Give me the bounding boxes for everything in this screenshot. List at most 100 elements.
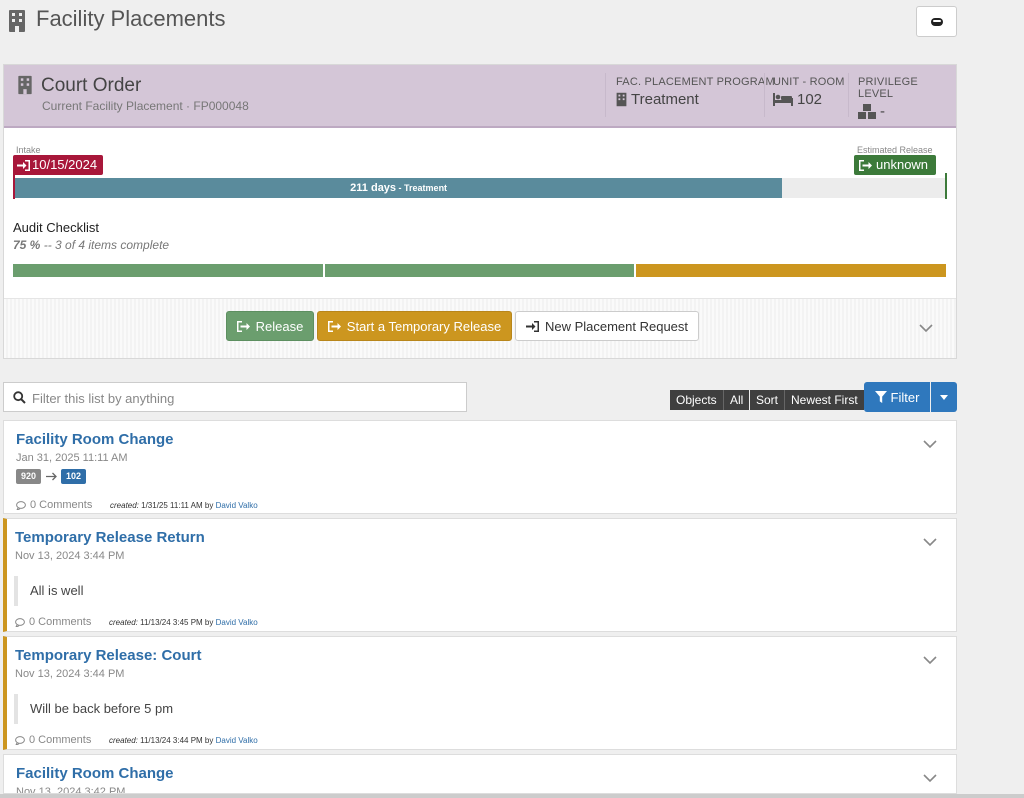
- audit-segment-incomplete: [636, 264, 947, 277]
- unit-meta: UNIT - ROOM 102: [773, 76, 845, 108]
- comments-link[interactable]: 0 Comments: [16, 499, 92, 511]
- sign-out-icon: [859, 159, 872, 171]
- sort-value-chip[interactable]: Newest First: [784, 390, 864, 410]
- sign-in-icon: [17, 159, 30, 171]
- temporary-release-label: Start a Temporary Release: [346, 318, 502, 334]
- stay-timeline: 211 days - Treatment: [15, 178, 945, 198]
- objects-value-chip[interactable]: All: [723, 390, 750, 410]
- activity-title[interactable]: Temporary Release Return: [15, 529, 205, 546]
- unit-label: UNIT - ROOM: [773, 76, 845, 88]
- author-link[interactable]: David Valko: [216, 501, 258, 510]
- to-room-tag: 102: [61, 469, 87, 484]
- activity-card: Temporary Release Return Nov 13, 2024 3:…: [3, 518, 957, 632]
- chevron-down-icon[interactable]: [922, 439, 938, 449]
- comments-link[interactable]: 0 Comments: [15, 616, 91, 628]
- search-box: [3, 382, 467, 412]
- filter-button[interactable]: Filter: [864, 382, 930, 412]
- release-marker: [945, 173, 947, 199]
- privilege-meta: PRIVILEGE LEVEL -: [858, 76, 956, 120]
- activity-title[interactable]: Facility Room Change: [16, 765, 174, 782]
- program-meta: FAC. PLACEMENT PROGRAM Treatment: [616, 76, 775, 108]
- objects-label-chip[interactable]: Objects: [670, 390, 723, 410]
- placement-header: Court Order Current Facility Placement ·…: [4, 65, 956, 128]
- days-program: - Treatment: [396, 183, 448, 193]
- privilege-value-row: -: [858, 103, 956, 120]
- activity-date: Nov 13, 2024 3:42 PM: [16, 786, 126, 794]
- audit-segment-complete: [13, 264, 323, 277]
- activity-card: Temporary Release: Court Nov 13, 2024 3:…: [3, 636, 957, 750]
- activity-title[interactable]: Temporary Release: Court: [15, 647, 201, 664]
- audit-title: Audit Checklist: [13, 220, 99, 235]
- pill-icon: [930, 17, 943, 26]
- chevron-down-icon[interactable]: [922, 655, 938, 665]
- release-button[interactable]: Release: [226, 311, 314, 341]
- release-value: unknown: [876, 157, 929, 172]
- release-button-label: Release: [255, 318, 304, 334]
- filter-icon: [874, 391, 887, 403]
- header-options-button[interactable]: [916, 6, 957, 37]
- stay-progress: 211 days - Treatment: [15, 178, 783, 198]
- divider: [764, 73, 765, 117]
- placement-panel: Court Order Current Facility Placement ·…: [3, 64, 957, 359]
- audit-progress-bar: [13, 264, 947, 277]
- activity-card: Facility Room Change Nov 13, 2024 3:42 P…: [3, 754, 957, 794]
- divider: [605, 73, 606, 117]
- created-text: 1/31/25 11:11 AM by: [138, 501, 216, 510]
- created-info: created: 11/13/24 3:44 PM by David Valko: [109, 736, 258, 745]
- cubes-icon: [858, 104, 876, 119]
- building-icon: [616, 92, 627, 107]
- sign-out-icon: [236, 320, 250, 332]
- comment-icon: [15, 617, 25, 627]
- intake-badge: 10/15/2024: [13, 155, 104, 175]
- from-room-tag: 920: [16, 469, 42, 484]
- page-header: Facility Placements: [8, 6, 958, 38]
- sign-out-icon: [327, 320, 341, 332]
- temporary-release-button[interactable]: Start a Temporary Release: [317, 311, 512, 341]
- comments-count: 0 Comments: [29, 734, 92, 746]
- release-badge: unknown: [854, 155, 937, 175]
- filter-dropdown-toggle[interactable]: [931, 382, 957, 412]
- program-label: FAC. PLACEMENT PROGRAM: [616, 76, 775, 88]
- chevron-down-icon[interactable]: [922, 773, 938, 783]
- building-icon: [9, 10, 25, 32]
- building-icon: [18, 75, 32, 95]
- new-placement-request-button[interactable]: New Placement Request: [515, 311, 699, 341]
- chevron-down-icon[interactable]: [922, 537, 938, 547]
- activity-date: Nov 13, 2024 3:44 PM: [15, 668, 125, 680]
- intake-label: Intake: [16, 145, 41, 155]
- activity-card: Facility Room Change Jan 31, 2025 11:11 …: [3, 420, 957, 514]
- comments-link[interactable]: 0 Comments: [15, 734, 91, 746]
- audit-percent: 75 %: [13, 238, 41, 252]
- placement-title: Court Order: [41, 75, 142, 96]
- comments-count: 0 Comments: [30, 499, 93, 511]
- search-input[interactable]: [32, 389, 452, 407]
- comment-icon: [15, 735, 25, 745]
- created-prefix: created:: [109, 618, 138, 627]
- activity-note: Will be back before 5 pm: [14, 694, 173, 724]
- author-link[interactable]: David Valko: [216, 618, 258, 627]
- audit-segment-complete: [324, 264, 635, 277]
- chevron-down-icon[interactable]: [918, 323, 934, 333]
- program-value: Treatment: [631, 91, 699, 108]
- activity-date: Jan 31, 2025 11:11 AM: [16, 452, 128, 464]
- release-label: Estimated Release: [857, 145, 933, 155]
- search-icon: [13, 391, 26, 404]
- bottom-edge: [0, 794, 1024, 798]
- privilege-label: PRIVILEGE LEVEL: [858, 76, 918, 100]
- privilege-value: -: [880, 103, 885, 120]
- audit-summary: 75 % -- 3 of 4 items complete: [13, 238, 169, 252]
- sort-label-chip[interactable]: Sort: [750, 390, 785, 410]
- author-link[interactable]: David Valko: [216, 736, 258, 745]
- created-info: created: 11/13/24 3:45 PM by David Valko: [109, 618, 258, 627]
- activity-title[interactable]: Facility Room Change: [16, 431, 174, 448]
- action-bar: Release Start a Temporary Release New Pl…: [4, 298, 956, 358]
- created-text: 11/13/24 3:45 PM by: [137, 618, 216, 627]
- audit-count: -- 3 of 4 items complete: [40, 238, 170, 252]
- days-count: 211 days: [350, 182, 397, 194]
- sign-in-icon: [525, 320, 539, 332]
- activity-date: Nov 13, 2024 3:44 PM: [15, 550, 125, 562]
- comment-icon: [16, 500, 26, 510]
- placement-subtitle: Current Facility Placement · FP000048: [42, 99, 249, 113]
- page-title: Facility Placements: [36, 6, 226, 31]
- unit-value: 102: [797, 91, 823, 108]
